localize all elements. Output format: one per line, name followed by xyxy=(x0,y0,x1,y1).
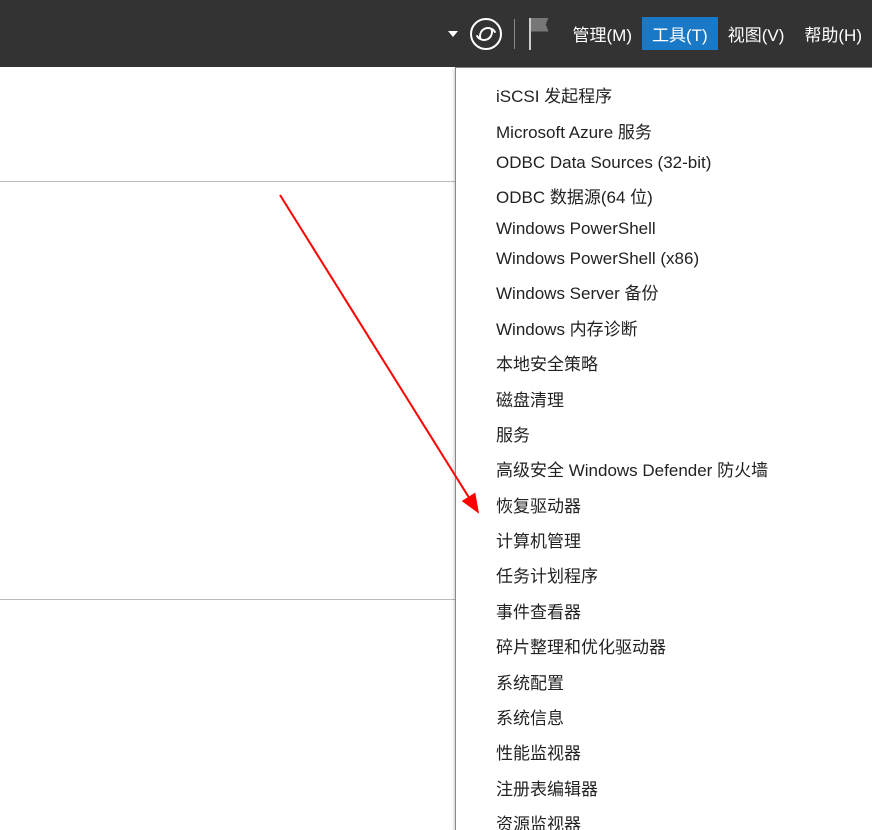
dropdown-item[interactable]: ODBC 数据源(64 位) xyxy=(456,178,872,213)
dropdown-item[interactable]: 任务计划程序 xyxy=(456,557,872,592)
dropdown-item[interactable]: 计算机管理 xyxy=(456,522,872,557)
dropdown-item[interactable]: ODBC Data Sources (32-bit) xyxy=(456,148,872,178)
dropdown-item[interactable]: 注册表编辑器 xyxy=(456,770,872,805)
toolbar-separator xyxy=(514,19,515,49)
dropdown-item[interactable]: 碎片整理和优化驱动器 xyxy=(456,628,872,663)
toolbar-left xyxy=(0,0,563,67)
dropdown-item[interactable]: 资源监视器 xyxy=(456,805,872,830)
main-menu: 管理(M)工具(T)视图(V)帮助(H) xyxy=(563,0,872,67)
menu-item[interactable]: 工具(T) xyxy=(642,17,718,50)
dropdown-item[interactable]: 磁盘清理 xyxy=(456,380,872,415)
content-area xyxy=(0,67,455,830)
menu-item[interactable]: 帮助(H) xyxy=(794,17,872,50)
dropdown-item[interactable]: Windows Server 备份 xyxy=(456,274,872,309)
refresh-button[interactable] xyxy=(470,18,502,50)
dropdown-item[interactable]: 服务 xyxy=(456,416,872,451)
dropdown-item[interactable]: 高级安全 Windows Defender 防火墙 xyxy=(456,451,872,486)
menu-item[interactable]: 管理(M) xyxy=(563,17,642,50)
dropdown-arrow-icon[interactable] xyxy=(448,31,458,37)
dropdown-item[interactable]: 恢复驱动器 xyxy=(456,487,872,522)
notifications-flag-icon[interactable] xyxy=(527,18,553,50)
refresh-icon xyxy=(477,25,495,43)
dropdown-item[interactable]: Windows 内存诊断 xyxy=(456,310,872,345)
dropdown-item[interactable]: 本地安全策略 xyxy=(456,345,872,380)
dropdown-item[interactable]: iSCSI 发起程序 xyxy=(456,77,872,112)
top-menu-bar: 管理(M)工具(T)视图(V)帮助(H) xyxy=(0,0,872,67)
dropdown-item[interactable]: 性能监视器 xyxy=(456,734,872,769)
menu-item[interactable]: 视图(V) xyxy=(718,17,795,50)
panel-divider xyxy=(0,181,455,182)
dropdown-item[interactable]: 系统配置 xyxy=(456,663,872,698)
dropdown-item[interactable]: Microsoft Azure 服务 xyxy=(456,112,872,147)
panel-divider xyxy=(0,599,455,600)
dropdown-item[interactable]: 系统信息 xyxy=(456,699,872,734)
tools-dropdown-menu: iSCSI 发起程序Microsoft Azure 服务ODBC Data So… xyxy=(455,67,872,830)
dropdown-item[interactable]: Windows PowerShell (x86) xyxy=(456,244,872,274)
dropdown-item[interactable]: Windows PowerShell xyxy=(456,214,872,244)
dropdown-item[interactable]: 事件查看器 xyxy=(456,593,872,628)
